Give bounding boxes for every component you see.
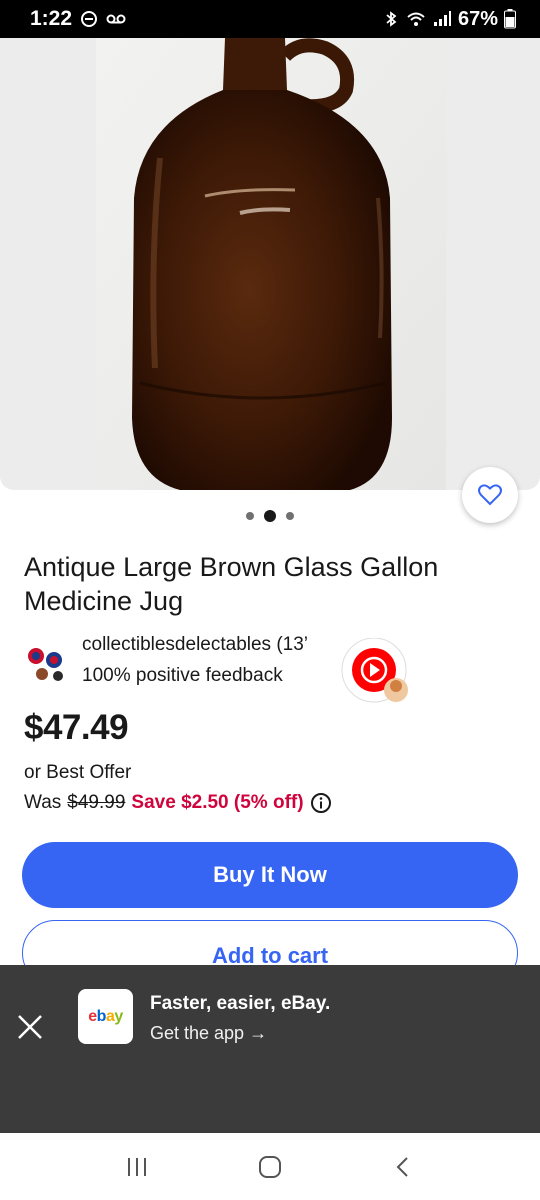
youtube-music-icon <box>341 637 408 703</box>
dnd-icon <box>81 11 98 27</box>
status-left: 1:22 <box>30 7 126 31</box>
battery-level: 67% <box>457 7 498 30</box>
product-image-carousel[interactable] <box>0 38 540 490</box>
status-bar: 1:22 67% <box>0 0 540 38</box>
bluetooth-icon <box>386 11 397 27</box>
image-pagination <box>0 510 540 522</box>
save-amount: Save $2.50 (5% off) <box>131 792 304 813</box>
app-install-banner[interactable]: ebay Faster, easier, eBay. Get the app → <box>0 965 540 1133</box>
seller-name[interactable]: collectiblesdelectables (13’ <box>82 634 344 656</box>
buy-it-now-button[interactable]: Buy It Now <box>22 842 518 908</box>
seller-avatar[interactable] <box>22 640 68 686</box>
ebay-app-logo: ebay <box>78 989 133 1044</box>
screen: 1:22 67% Antique Large Brown Glass Gallo… <box>0 0 540 1200</box>
voicemail-icon <box>106 14 126 24</box>
info-icon[interactable] <box>310 792 332 814</box>
youtube-music-bubble[interactable] <box>336 637 412 708</box>
home-button[interactable] <box>250 1147 290 1187</box>
pagination-dot[interactable] <box>286 512 294 520</box>
ebay-logo-b: b <box>96 1007 107 1025</box>
ebay-logo-e: e <box>88 1007 97 1025</box>
ebay-logo: ebay <box>88 1008 123 1026</box>
heart-icon <box>478 484 502 506</box>
pagination-dot-active[interactable] <box>264 510 276 522</box>
price: $47.49 <box>24 708 129 747</box>
back-button[interactable] <box>383 1147 423 1187</box>
banner-headline: Faster, easier, eBay. <box>150 993 331 1014</box>
was-price-line: Was $49.99 Save $2.50 (5% off) <box>24 792 332 814</box>
wifi-icon <box>407 12 425 26</box>
recents-button[interactable] <box>117 1147 157 1187</box>
seller-info[interactable]: collectiblesdelectables (13’ 100% positi… <box>22 632 352 692</box>
close-banner-button[interactable] <box>12 1009 48 1045</box>
status-time: 1:22 <box>30 7 73 30</box>
signal-icon <box>433 11 451 26</box>
was-label: Was <box>24 792 62 813</box>
back-icon <box>396 1156 409 1177</box>
best-offer-label: or Best Offer <box>24 762 132 783</box>
home-icon <box>258 1155 281 1178</box>
get-app-link[interactable]: Get the app → <box>150 1023 267 1044</box>
status-right: 67% <box>382 8 516 31</box>
ebay-logo-y: y <box>114 1007 123 1025</box>
seller-feedback: 100% positive feedback <box>82 665 283 686</box>
battery-icon <box>504 9 516 29</box>
was-price: $49.99 <box>67 792 126 813</box>
recents-icon <box>127 1157 146 1176</box>
listing-title: Antique Large Brown Glass Gallon Medicin… <box>24 552 439 616</box>
product-photo <box>0 38 540 490</box>
system-nav-bar <box>0 1133 540 1200</box>
close-icon <box>18 1015 42 1039</box>
pagination-dot[interactable] <box>246 512 254 520</box>
